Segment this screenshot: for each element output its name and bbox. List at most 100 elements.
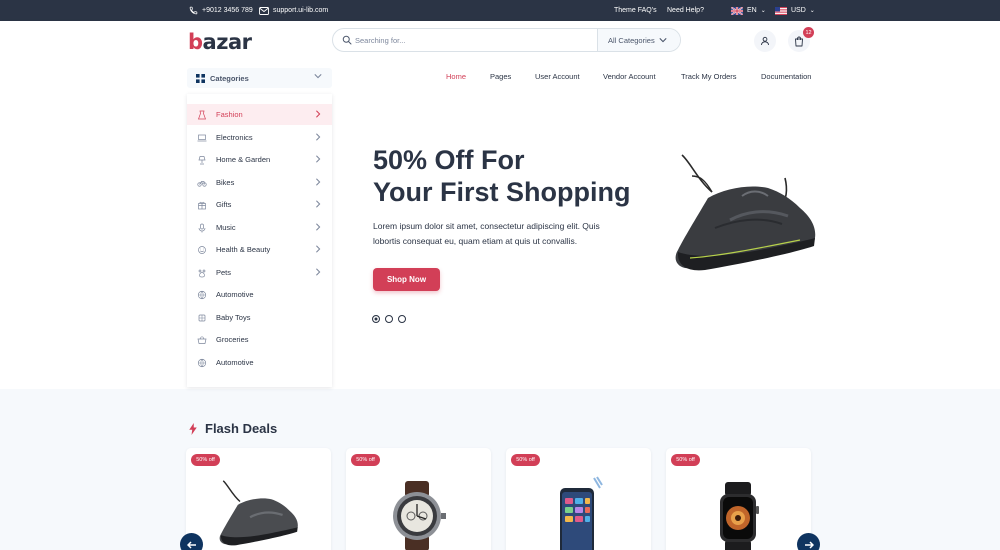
category-label: Bikes: [216, 178, 235, 187]
logo-text: azar: [202, 30, 252, 54]
uk-flag-icon: [731, 6, 743, 15]
chevron-down-icon: [314, 74, 322, 79]
category-item-baby-toys[interactable]: Baby Toys: [187, 307, 332, 328]
language-selector[interactable]: EN ⌄: [731, 0, 766, 21]
hero-description: Lorem ipsum dolor sit amet, consectetur …: [373, 221, 600, 246]
chevron-right-icon: [316, 155, 321, 163]
chevron-right-icon: [316, 133, 321, 141]
laptop-icon: [197, 134, 207, 141]
category-label: Fashion: [216, 110, 243, 119]
category-item-gifts[interactable]: Gifts: [187, 194, 332, 215]
category-item-bikes[interactable]: Bikes: [187, 172, 332, 193]
phone-contact[interactable]: +9012 3456 789: [189, 0, 253, 21]
discount-badge: 50% off: [511, 454, 540, 466]
category-label: Music: [216, 223, 236, 232]
gift-icon: [198, 201, 206, 209]
category-label: Automotive: [216, 290, 254, 299]
mail-icon: [259, 6, 269, 15]
help-label: Need Help?: [667, 7, 704, 14]
nav-link-vendor-account[interactable]: Vendor Account: [603, 72, 656, 81]
product-image-smartphone: [560, 476, 603, 550]
language-label: EN: [747, 7, 757, 14]
shop-now-button[interactable]: Shop Now: [373, 268, 440, 291]
product-image-wristwatch: [393, 481, 446, 550]
category-item-music[interactable]: Music: [187, 217, 332, 238]
category-label: Pets: [216, 268, 232, 277]
hero-title-line-2: Your First Shopping: [373, 177, 631, 207]
product-card[interactable]: 50% off: [666, 448, 811, 550]
category-item-automotive-2[interactable]: Automotive: [187, 352, 332, 373]
product-card[interactable]: 50% off: [346, 448, 491, 550]
top-bar: +9012 3456 789 support.ui-lib.com Theme …: [0, 0, 1000, 21]
nav-link-pages[interactable]: Pages: [490, 72, 511, 81]
category-label: Health & Beauty: [216, 245, 271, 254]
shopping-bag-icon: [795, 36, 803, 46]
search-icon: [342, 35, 352, 45]
search-input[interactable]: [355, 32, 595, 48]
nav-link-user-account[interactable]: User Account: [535, 72, 580, 81]
email-contact[interactable]: support.ui-lib.com: [259, 0, 328, 21]
chevron-right-icon: [316, 200, 321, 208]
category-item-groceries[interactable]: Groceries: [187, 329, 332, 350]
category-item-home-garden[interactable]: Home & Garden: [187, 149, 332, 170]
globe-icon: [197, 358, 207, 367]
chevron-down-icon: ⌄: [809, 8, 815, 14]
nav-link-home[interactable]: Home: [446, 72, 466, 81]
category-item-automotive[interactable]: Automotive: [187, 284, 332, 305]
grid-icon: [196, 73, 205, 83]
microphone-icon: [198, 223, 206, 232]
carousel-prev-button[interactable]: [180, 533, 203, 550]
us-flag-icon: [775, 6, 787, 15]
carousel-dot-2[interactable]: [385, 315, 393, 323]
chevron-right-icon: [316, 245, 321, 253]
globe-icon: [197, 290, 207, 299]
header: bazar All Categories 12 Categories Home …: [0, 21, 1000, 94]
carousel-dot-1[interactable]: [372, 315, 380, 323]
categories-label: Categories: [210, 73, 249, 83]
faq-label: Theme FAQ's: [614, 7, 657, 14]
nav-link-track-orders[interactable]: Track My Orders: [681, 72, 737, 81]
discount-badge: 50% off: [191, 454, 220, 466]
phone-icon: [189, 6, 198, 15]
basket-icon: [197, 335, 207, 344]
toy-icon: [198, 314, 206, 321]
discount-badge: 50% off: [671, 454, 700, 466]
product-card[interactable]: 50% off: [186, 448, 331, 550]
category-menu: Fashion Electronics Home & Garden Bikes …: [187, 94, 332, 387]
help-link[interactable]: Need Help?: [667, 0, 704, 21]
chevron-right-icon: [316, 178, 321, 186]
category-item-fashion[interactable]: Fashion: [187, 104, 332, 125]
chevron-down-icon: [659, 38, 667, 43]
category-label: Electronics: [216, 133, 253, 142]
logo-accent: b: [188, 30, 203, 54]
user-account-button[interactable]: [754, 30, 776, 52]
hero-title: 50% Off For Your First Shopping: [373, 144, 643, 208]
lightning-icon: [189, 422, 197, 435]
search-category-label: All Categories: [608, 35, 655, 45]
logo[interactable]: bazar: [188, 30, 252, 54]
hero-title-line-1: 50% Off For: [373, 145, 525, 175]
product-card[interactable]: 50% off: [506, 448, 651, 550]
currency-selector[interactable]: USD ⌄: [775, 0, 815, 21]
chevron-right-icon: [316, 223, 321, 231]
search-bar: All Categories: [332, 28, 681, 52]
discount-badge: 50% off: [351, 454, 380, 466]
dress-icon: [198, 110, 206, 119]
product-image-smartwatch: [720, 482, 759, 550]
search-category-dropdown[interactable]: All Categories: [597, 29, 680, 51]
chevron-down-icon: ⌄: [760, 8, 766, 14]
category-label: Home & Garden: [216, 155, 271, 164]
cart-count-badge: 12: [803, 27, 814, 38]
flash-deals-heading: Flash Deals: [189, 421, 277, 436]
faq-link[interactable]: Theme FAQ's: [614, 0, 657, 21]
categories-dropdown-button[interactable]: Categories: [187, 68, 332, 88]
nav-link-documentation[interactable]: Documentation: [761, 72, 811, 81]
carousel-dot-3[interactable]: [398, 315, 406, 323]
category-item-health-beauty[interactable]: Health & Beauty: [187, 239, 332, 260]
category-label: Groceries: [216, 335, 249, 344]
category-item-electronics[interactable]: Electronics: [187, 127, 332, 148]
lamp-icon: [198, 155, 206, 164]
carousel-next-button[interactable]: [797, 533, 820, 550]
phone-number: +9012 3456 789: [202, 7, 253, 14]
category-item-pets[interactable]: Pets: [187, 262, 332, 283]
